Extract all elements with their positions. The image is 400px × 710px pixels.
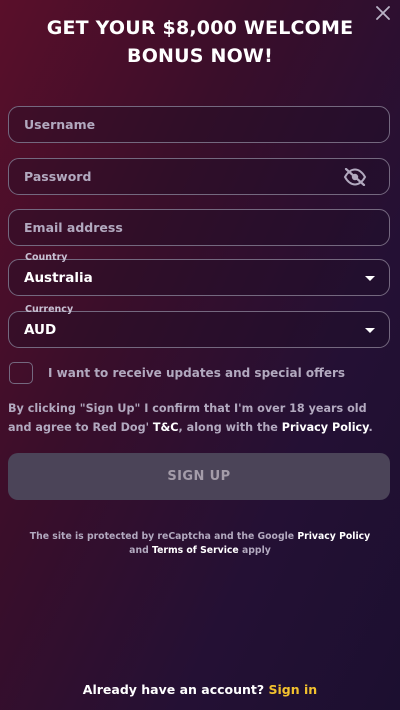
terms-text: By clicking "Sign Up" I confirm that I'm…: [8, 399, 392, 437]
recaptcha-text-middle: and: [129, 544, 152, 556]
username-field[interactable]: Username: [8, 106, 390, 143]
google-privacy-policy-link[interactable]: Privacy Policy: [297, 531, 370, 542]
country-label: Country: [25, 252, 68, 263]
already-account-text: Already have an account?: [82, 682, 265, 697]
eye-off-icon[interactable]: [343, 168, 367, 186]
sign-up-button[interactable]: SIGN UP: [8, 453, 390, 500]
currency-value: AUD: [24, 322, 57, 338]
updates-checkbox[interactable]: [9, 362, 33, 384]
modal-title: GET YOUR $8,000 WELCOME BONUS NOW!: [0, 14, 400, 70]
recaptcha-text-end: apply: [238, 544, 271, 556]
country-value: Australia: [24, 270, 93, 286]
country-select[interactable]: Country Australia: [8, 252, 390, 296]
sign-in-link[interactable]: Sign in: [269, 682, 318, 697]
recaptcha-notice: The site is protected by reCaptcha and t…: [8, 530, 392, 557]
email-placeholder: Email address: [24, 220, 123, 235]
chevron-down-icon: [365, 328, 375, 333]
email-field[interactable]: Email address: [8, 209, 390, 246]
currency-select[interactable]: Currency AUD: [8, 304, 390, 348]
username-placeholder: Username: [24, 117, 96, 132]
terms-text-end: .: [368, 421, 373, 434]
password-field[interactable]: Password: [8, 158, 390, 195]
footer-signin: Already have an account? Sign in: [0, 682, 400, 697]
password-placeholder: Password: [24, 169, 92, 184]
terms-text-middle: , along with the: [178, 421, 282, 434]
modal-title-line2: BONUS NOW!: [127, 45, 273, 67]
privacy-policy-link[interactable]: Privacy Policy: [282, 421, 369, 434]
currency-label: Currency: [25, 304, 74, 315]
recaptcha-line2: and Terms of Service apply: [8, 544, 392, 558]
recaptcha-line1: The site is protected by reCaptcha and t…: [8, 530, 392, 544]
modal-title-line1: GET YOUR $8,000 WELCOME: [46, 17, 354, 39]
updates-checkbox-label[interactable]: I want to receive updates and special of…: [48, 366, 345, 380]
recaptcha-text-before: The site is protected by reCaptcha and t…: [29, 531, 298, 542]
tc-link[interactable]: T&C: [153, 421, 179, 434]
terms-of-service-link[interactable]: Terms of Service: [152, 545, 239, 556]
chevron-down-icon: [365, 276, 375, 281]
